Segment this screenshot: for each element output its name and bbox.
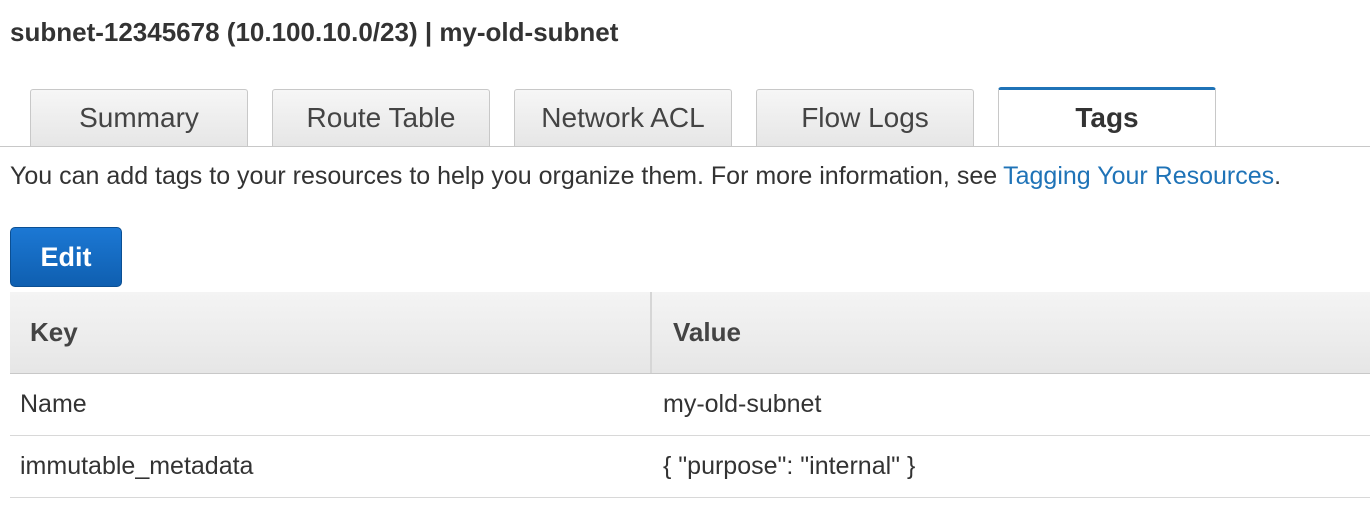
table-row: Name my-old-subnet bbox=[10, 374, 1370, 436]
tag-key: immutable_metadata bbox=[20, 452, 254, 480]
tags-table: Key Value Name my-old-subnet immutable_m… bbox=[10, 292, 1370, 498]
tab-network-acl[interactable]: Network ACL bbox=[514, 89, 732, 146]
tag-value: { "purpose": "internal" } bbox=[663, 452, 916, 480]
tag-key: Name bbox=[20, 390, 87, 418]
tab-tags[interactable]: Tags bbox=[998, 87, 1216, 146]
tab-flow-logs[interactable]: Flow Logs bbox=[756, 89, 974, 146]
table-header: Key Value bbox=[10, 292, 1370, 374]
table-row: immutable_metadata { "purpose": "interna… bbox=[10, 436, 1370, 498]
tagging-resources-link[interactable]: Tagging Your Resources bbox=[1003, 162, 1274, 190]
tab-baseline bbox=[0, 146, 1370, 147]
tab-route-table[interactable]: Route Table bbox=[272, 89, 490, 146]
tag-value: my-old-subnet bbox=[663, 390, 822, 418]
column-divider[interactable] bbox=[650, 292, 652, 373]
info-suffix: . bbox=[1274, 162, 1282, 190]
info-text: You can add tags to your resources to he… bbox=[10, 162, 998, 190]
tab-summary[interactable]: Summary bbox=[30, 89, 248, 146]
page-title: subnet-12345678 (10.100.10.0/23) | my-ol… bbox=[10, 17, 619, 47]
column-header-key[interactable]: Key bbox=[30, 292, 78, 373]
column-header-value[interactable]: Value bbox=[673, 292, 741, 373]
tags-info-text: You can add tags to your resources to he… bbox=[10, 162, 1281, 191]
edit-button[interactable]: Edit bbox=[10, 227, 122, 287]
